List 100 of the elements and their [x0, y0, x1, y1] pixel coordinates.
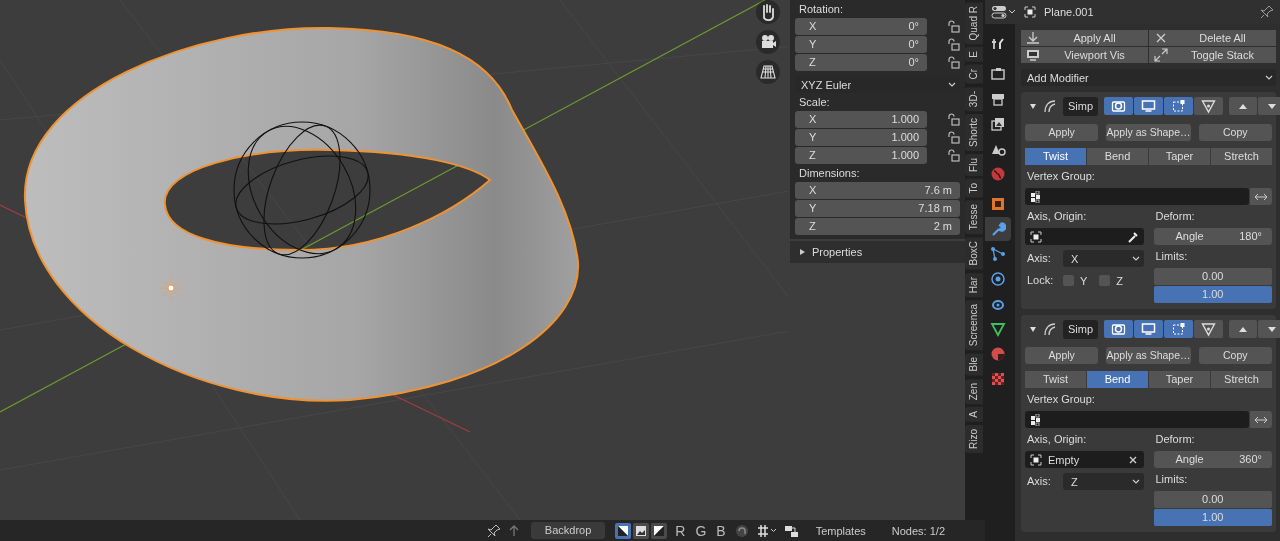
sidebar-tab[interactable]: E [965, 47, 983, 63]
stack-action-button[interactable]: Viewport Vis [1021, 47, 1148, 63]
empty-sphere-drawing[interactable] [233, 121, 371, 259]
number-field[interactable]: X 1.000 [795, 111, 927, 128]
modifier-action-button[interactable]: Copy [1198, 124, 1272, 141]
download-icon [1025, 30, 1041, 46]
move-down-icon[interactable] [1258, 97, 1280, 115]
sidebar-tab[interactable]: Quad R [965, 2, 983, 45]
sidebar-tab[interactable]: A [965, 406, 983, 422]
monitor-icon[interactable] [1134, 97, 1164, 115]
move-up-icon[interactable] [1229, 97, 1258, 115]
twisted-band-mesh[interactable] [24, 27, 579, 402]
modifier-action-button[interactable]: Copy [1198, 347, 1272, 364]
sidebar-tab[interactable]: Flu [965, 153, 983, 176]
limit-slider[interactable]: 0.00 [1153, 268, 1272, 285]
disclosure-triangle-icon[interactable] [1029, 325, 1037, 333]
pin-icon[interactable] [486, 523, 501, 538]
camera-icon[interactable] [1104, 97, 1134, 115]
section-label: Dimensions: [798, 166, 861, 181]
unlocked-lock-icon[interactable] [947, 113, 960, 126]
deform-mode-tab[interactable]: Stretch [1211, 371, 1272, 388]
number-field[interactable]: Y 7.18 m [795, 200, 960, 217]
templates-menu[interactable]: Templates [805, 524, 876, 537]
number-field[interactable]: X 0° [795, 18, 927, 35]
stack-action-button[interactable]: Delete All [1149, 30, 1276, 46]
edit-mode-icon[interactable] [1164, 320, 1194, 338]
sidebar-tab[interactable]: Screenca [965, 299, 983, 351]
camera-icon[interactable] [1104, 320, 1134, 338]
angle-field[interactable]: Angle 180° [1153, 228, 1272, 245]
sidebar-tab[interactable]: Har [965, 272, 983, 297]
field-label: Deform: [1154, 210, 1196, 223]
number-field[interactable]: Z 0° [795, 54, 927, 71]
particles-icon [990, 246, 1006, 262]
stack-action-button[interactable]: Apply All [1021, 30, 1148, 46]
axis-dropdown[interactable]: X [1063, 250, 1144, 267]
deform-mode-tab[interactable]: Twist [1025, 148, 1086, 165]
origin-object-field[interactable] [1025, 228, 1144, 245]
invert-button[interactable] [1250, 188, 1272, 205]
deform-mode-tab[interactable]: Taper [1149, 148, 1210, 165]
unlocked-lock-icon[interactable] [947, 56, 960, 69]
ring-icon[interactable] [733, 522, 750, 539]
number-field[interactable]: Z 1.000 [795, 147, 927, 164]
limit-slider[interactable]: 0.00 [1153, 491, 1272, 508]
sidebar-tab[interactable]: To [965, 178, 983, 198]
unlocked-lock-icon[interactable] [947, 131, 960, 144]
modifier-name-field[interactable]: Simp [1063, 319, 1099, 339]
number-field[interactable]: X 7.6 m [795, 182, 960, 199]
stack-action-button[interactable]: Toggle Stack [1149, 47, 1276, 63]
editor-type-button[interactable] [991, 5, 1016, 19]
sidebar-tab[interactable]: BoxC [965, 237, 983, 270]
sidebar-tab[interactable]: Rizo [965, 424, 983, 453]
deform-mode-tab[interactable]: Bend [1087, 148, 1148, 165]
move-down-icon[interactable] [1258, 320, 1280, 338]
monitor-icon[interactable] [1134, 320, 1164, 338]
disclosure-triangle-icon[interactable] [1029, 102, 1037, 110]
deform-mode-tab[interactable]: Twist [1025, 371, 1086, 388]
vertex-group-field[interactable] [1025, 411, 1249, 428]
channel-toggle[interactable]: R [673, 522, 688, 539]
add-modifier-dropdown[interactable]: Add Modifier [1021, 69, 1276, 86]
move-up-icon[interactable] [1229, 320, 1258, 338]
lock-checkbox[interactable]: Y [1063, 274, 1088, 287]
pin-icon[interactable] [1260, 5, 1274, 19]
sidebar-tab[interactable]: Tesse [965, 200, 983, 235]
edit-mode-icon[interactable] [1164, 97, 1194, 115]
limit-slider[interactable]: 1.00 [1153, 509, 1272, 526]
modifier-name-field[interactable]: Simp [1063, 96, 1099, 116]
unlocked-lock-icon[interactable] [947, 38, 960, 51]
limit-slider[interactable]: 1.00 [1153, 286, 1272, 303]
number-field[interactable]: Y 0° [795, 36, 927, 53]
sidebar-tab[interactable]: Zen [965, 378, 983, 404]
grid-icon[interactable] [756, 60, 780, 84]
hand-icon[interactable] [756, 0, 780, 24]
lock-checkbox[interactable]: Z [1099, 274, 1124, 287]
sidebar-tab[interactable]: Cr [965, 65, 983, 84]
invert-button[interactable] [1250, 411, 1272, 428]
origin-object-field[interactable]: Empty [1025, 451, 1144, 468]
sidebar-tab[interactable]: Shortc [965, 113, 983, 151]
vertex-group-field[interactable] [1025, 188, 1249, 205]
eyedropper-icon[interactable] [1126, 230, 1139, 243]
deform-mode-tab[interactable]: Taper [1149, 371, 1210, 388]
snap-icon[interactable] [755, 523, 778, 538]
modifier-action-button[interactable]: Apply [1025, 347, 1099, 364]
deform-mode-tab[interactable]: Stretch [1211, 148, 1272, 165]
channel-toggle[interactable]: B [714, 522, 728, 539]
properties-section-header[interactable]: Properties [790, 241, 965, 263]
unlocked-lock-icon[interactable] [947, 149, 960, 162]
unlocked-lock-icon[interactable] [947, 20, 960, 33]
modifier-action-button[interactable]: Apply as Shape… [1106, 347, 1191, 364]
deform-mode-tab[interactable]: Bend [1087, 371, 1148, 388]
axis-dropdown[interactable]: Z [1063, 473, 1144, 490]
channel-toggle[interactable]: G [693, 522, 709, 539]
angle-field[interactable]: Angle 360° [1153, 451, 1272, 468]
sidebar-tab[interactable]: Ble [965, 353, 983, 376]
sidebar-tab[interactable]: 3D- [965, 86, 983, 111]
camera-icon[interactable] [756, 30, 780, 54]
backdrop-button[interactable]: Backdrop [530, 522, 606, 539]
modifier-action-button[interactable]: Apply as Shape… [1106, 124, 1191, 141]
number-field[interactable]: Z 2 m [795, 218, 960, 235]
modifier-action-button[interactable]: Apply [1025, 124, 1099, 141]
number-field[interactable]: Y 1.000 [795, 129, 927, 146]
